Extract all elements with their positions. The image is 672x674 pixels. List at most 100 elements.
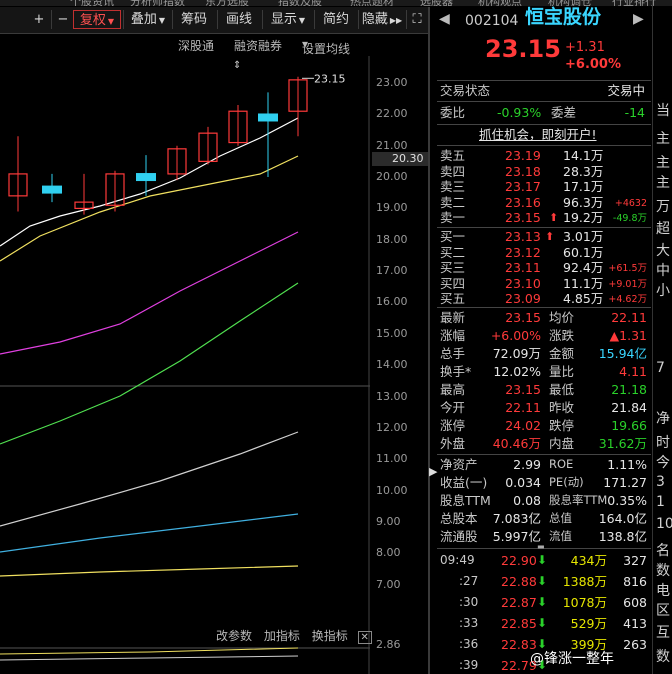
- stat-row: 外盘 40.46万 内盘 31.62万: [440, 436, 647, 451]
- candle-body: [42, 185, 62, 194]
- ma250-line: [0, 565, 299, 577]
- vol-ma-line: [0, 655, 299, 661]
- side-panel-cutoff: 当主主主万超大中小 7 净时今 3 1 10 名数电区互数: [652, 0, 672, 674]
- overlay-button[interactable]: 叠加 ▼: [123, 10, 172, 29]
- top-menu-item[interactable]: 热点题材: [350, 0, 394, 6]
- up-arrow-icon: ⬆: [549, 211, 559, 224]
- top-menu-item[interactable]: 东方选股: [205, 0, 249, 6]
- price-change-pct: +6.00%: [565, 57, 621, 72]
- price-tick-label: 14.00: [376, 358, 408, 372]
- price-tick-label: 20.00: [376, 170, 408, 184]
- price-tick-label: 8.00: [376, 546, 401, 560]
- side-panel-text: 小: [656, 283, 670, 299]
- side-panel-text: 超: [656, 221, 670, 237]
- zoom-in-button[interactable]: +: [28, 10, 50, 29]
- sell-level-row: 卖五 23.19 14.1万: [440, 148, 604, 163]
- price-tick-label: 11.00: [376, 452, 408, 466]
- top-menu-item[interactable]: 行业排行: [612, 0, 656, 6]
- price-block: 23.15 +1.31 +6.00%: [437, 35, 651, 79]
- price-tick-label: 12.00: [376, 420, 408, 434]
- kline-chart[interactable]: 23.15 ⇕: [0, 56, 370, 674]
- stat-row: 换手* 12.02% 量比 4.11: [440, 364, 647, 379]
- price-change: +1.31: [565, 40, 605, 55]
- side-panel-text: 主: [656, 131, 670, 147]
- top-menu-item[interactable]: 机构观点: [478, 0, 522, 6]
- buy-level-row: 买二 23.12 60.1万: [440, 244, 604, 260]
- price-tick-label: 21.00: [376, 138, 408, 152]
- top-menu-item[interactable]: 分析师指数: [130, 0, 185, 6]
- side-panel-text: 7: [656, 360, 665, 376]
- shengutong-link[interactable]: 深股通: [178, 37, 214, 54]
- collapse-arrow-icon[interactable]: ▶: [429, 465, 437, 489]
- fuquan-button[interactable]: 复权 ▼: [73, 10, 121, 29]
- prev-stock-icon[interactable]: ◀: [439, 11, 450, 28]
- next-stock-icon[interactable]: ▶: [633, 11, 644, 28]
- sell-level-row: 卖一 23.15 ⬆ 19.2万 -49.8万: [440, 210, 647, 225]
- top-menu-item[interactable]: 个股资讯: [70, 0, 114, 6]
- top-menu-item[interactable]: 选股器: [420, 0, 453, 6]
- side-panel-text: 3: [656, 474, 665, 490]
- close-icon[interactable]: ✕: [357, 631, 372, 644]
- side-panel-text: 净: [656, 411, 670, 427]
- stat-row: 总手 72.09万 金额 15.94亿: [440, 346, 647, 361]
- sell-level-row: 卖三 23.17 17.1万: [440, 179, 604, 194]
- add-indicator-link[interactable]: 加指标: [264, 629, 300, 643]
- vol-ma-line: [0, 647, 299, 655]
- price-tick-label: 9.00: [376, 514, 401, 528]
- expand-icon[interactable]: ⛶: [406, 10, 427, 29]
- draw-line-button[interactable]: 画线: [217, 10, 260, 29]
- side-panel-text: 电: [656, 583, 670, 599]
- last-price-label: 23.15: [314, 72, 346, 85]
- stat-row: 涨停 24.02 跌停 19.66: [440, 418, 647, 433]
- top-menu-item[interactable]: 指数及股: [278, 0, 322, 6]
- side-panel-text: 今: [656, 455, 670, 471]
- resize-handle-icon[interactable]: ▬: [537, 542, 551, 551]
- promo-row[interactable]: 抓住机会，即刻开户!: [437, 126, 651, 143]
- chevron-down-icon: ▼: [158, 16, 166, 25]
- chart-toolbar: + − 复权 ▼ 叠加 ▼ 筹码 画线 显示 ▼ 简约 隐藏 ▶▶ ⛶: [0, 7, 430, 34]
- up-arrow-icon: ⬆: [545, 230, 555, 243]
- display-button[interactable]: 显示 ▼: [262, 10, 313, 29]
- last-price: 23.15: [485, 35, 561, 63]
- hide-button[interactable]: 隐藏 ▶▶: [358, 10, 405, 29]
- down-arrow-icon: ⬇: [537, 595, 548, 609]
- zoom-out-button[interactable]: −: [51, 10, 74, 29]
- price-tick-label: 23.00: [376, 76, 408, 89]
- buy-level-row: 买四 23.10 11.1万 +9.01万: [440, 275, 647, 291]
- set-ma-link[interactable]: 设置均线 ▾: [302, 37, 350, 56]
- simple-button[interactable]: 简约: [314, 10, 357, 29]
- down-arrow-icon: ⬇: [537, 616, 548, 630]
- side-panel-text: 万: [656, 199, 670, 215]
- tick-row: 09:49 22.90 ⬇ 434万 327: [440, 553, 647, 568]
- buy-level-row: 买五 23.09 4.85万 +4.62万: [440, 291, 647, 306]
- price-tick-label: 18.00: [376, 232, 408, 246]
- double-chevron-right-icon: ▶▶: [389, 16, 403, 25]
- price-tick-label: 17.00: [376, 264, 408, 278]
- switch-indicator-link[interactable]: 换指标: [312, 629, 348, 643]
- buy-level-row: 买一 23.13 ⬆ 3.01万: [440, 229, 604, 244]
- stock-code: 002104: [465, 13, 519, 29]
- tick-row: :33 22.85 ⬇ 529万 413: [459, 616, 647, 631]
- ma10-line: [0, 155, 299, 262]
- open-account-link[interactable]: 抓住机会，即刻开户!: [479, 126, 597, 143]
- candle-body: [258, 113, 278, 122]
- price-tick-label: 22.00: [376, 107, 408, 121]
- sell-level-row: 卖二 23.16 96.3万 +4632: [440, 194, 647, 210]
- status-row: 交易状态 交易中: [440, 83, 645, 98]
- side-panel-text: 大: [656, 243, 670, 259]
- fundamental-row: 总股本 7.083亿 总值 164.0亿: [440, 511, 647, 526]
- stat-row: 涨幅 +6.00% 涨跌 ▲1.31: [440, 328, 647, 343]
- side-panel-text: 互: [656, 625, 670, 641]
- margin-trading-link[interactable]: 融资融券: [234, 37, 282, 54]
- volume-axis-label: 2.86: [376, 638, 401, 651]
- indicator-bar: 改参数 加指标 换指标 ✕: [216, 627, 372, 644]
- panel-divider: [428, 7, 430, 674]
- side-panel-text: 数: [656, 563, 670, 579]
- fundamental-row: 净资产 2.99 ROE 1.11%: [440, 457, 647, 472]
- edit-params-link[interactable]: 改参数: [216, 629, 252, 643]
- price-tick-label: 10.00: [376, 483, 408, 497]
- fundamental-row: 股息TTM 0.08 股息率TTM 0.35%: [440, 493, 647, 508]
- buy-level-row: 买三 23.11 92.4万 +61.5万: [440, 260, 647, 275]
- chevron-down-icon: ▼: [107, 17, 115, 26]
- chip-button[interactable]: 筹码: [172, 10, 215, 29]
